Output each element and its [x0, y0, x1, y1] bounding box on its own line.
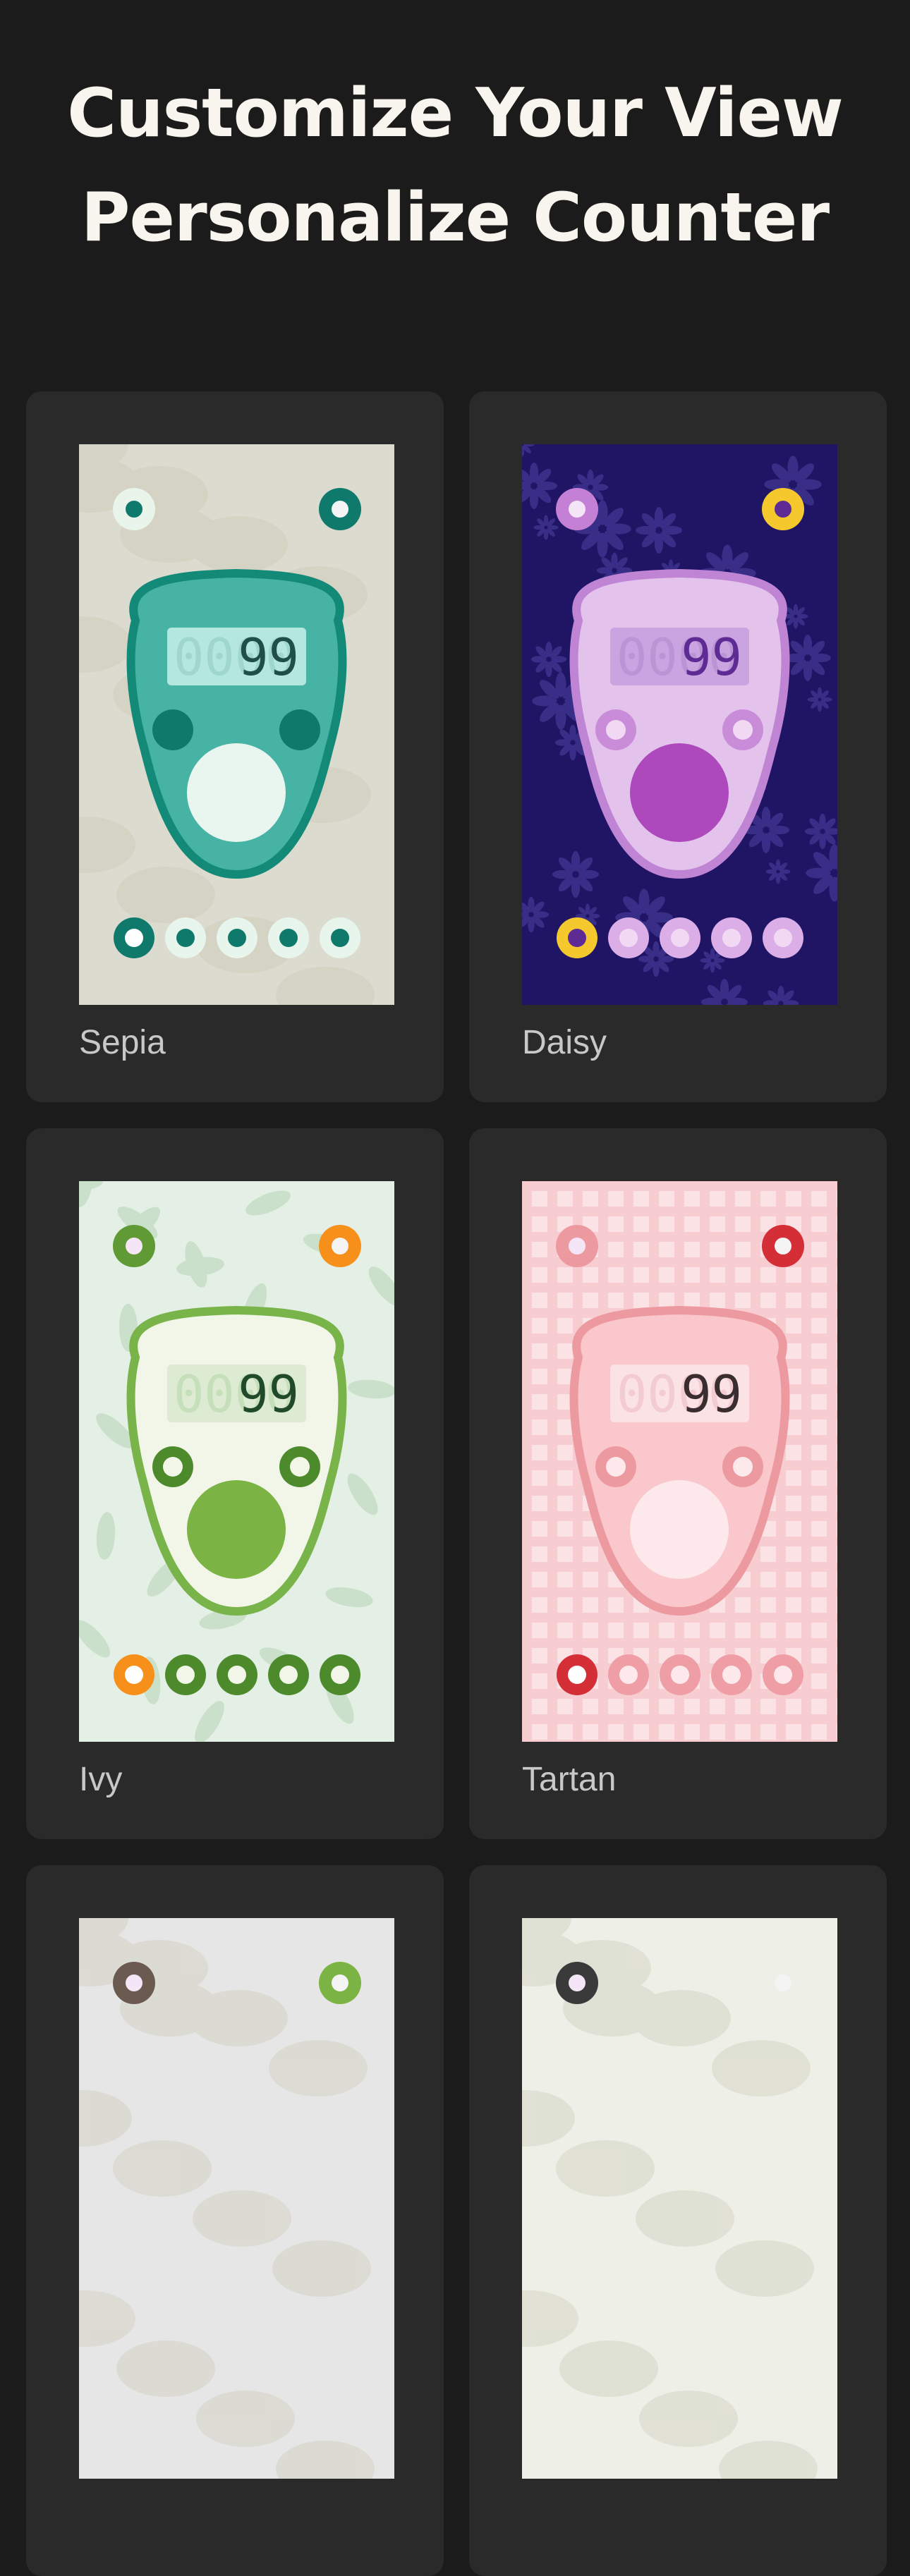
side-button-left — [595, 1446, 636, 1487]
headline-line-1: Customize Your View — [67, 75, 843, 152]
theme-dot — [268, 917, 309, 958]
theme-dot — [711, 917, 752, 958]
theme-card-ivy[interactable]: 0000 99 Ivy — [26, 1128, 444, 1839]
theme-dot — [268, 1654, 309, 1695]
theme-dot — [320, 1654, 360, 1695]
side-button-right — [722, 1446, 763, 1487]
side-button-right — [279, 1446, 320, 1487]
corner-button-left — [556, 1225, 598, 1267]
counter-preview: 000099 — [522, 444, 837, 1005]
theme-dot-active — [557, 917, 597, 958]
theme-preview: 0000 99 — [79, 1181, 394, 1742]
theme-dot — [763, 917, 803, 958]
theme-card-sepia[interactable]: 0000 99 Sepia — [26, 391, 444, 1102]
corner-button-right — [762, 1225, 804, 1267]
counter-digits: 99 — [238, 1365, 299, 1424]
main-count-button — [187, 1480, 286, 1579]
main-count-button — [187, 743, 286, 842]
corner-button-right — [319, 488, 361, 530]
corner-button-left — [113, 1225, 155, 1267]
corner-button-right — [762, 1962, 804, 2004]
theme-dot — [660, 917, 700, 958]
theme-name: Daisy — [522, 1024, 607, 1061]
corner-button-right — [319, 1962, 361, 2004]
counter-digits: 99 — [238, 628, 299, 687]
theme-preview: 0000 99 — [522, 444, 837, 1005]
side-button-left — [595, 709, 636, 750]
theme-name: Ivy — [79, 1761, 123, 1798]
headline: Customize Your View Personalize Counter — [0, 0, 910, 331]
theme-dot — [763, 1654, 803, 1695]
corner-button-right — [762, 488, 804, 530]
counter-preview: 000099 — [79, 1181, 394, 1742]
theme-dot — [608, 917, 649, 958]
theme-dot — [320, 917, 360, 958]
corner-button-left — [556, 1962, 598, 2004]
theme-dot — [165, 1654, 206, 1695]
side-button-left — [152, 1446, 193, 1487]
counter-preview: 000099 — [522, 1181, 837, 1742]
counter-preview — [79, 1918, 394, 2479]
theme-preview — [79, 1918, 394, 2479]
side-button-right — [279, 709, 320, 750]
main-count-button — [630, 743, 729, 842]
side-button-right — [722, 709, 763, 750]
theme-name: Sepia — [79, 1024, 166, 1061]
theme-dot — [711, 1654, 752, 1695]
corner-button-left — [113, 488, 155, 530]
theme-dot — [217, 1654, 257, 1695]
theme-dot — [165, 917, 206, 958]
theme-card-tartan[interactable]: 0000 99 Tartan — [469, 1128, 887, 1839]
side-button-left — [152, 709, 193, 750]
counter-preview — [522, 1918, 837, 2479]
theme-preview: 0000 99 — [522, 1181, 837, 1742]
theme-name: Tartan — [522, 1761, 617, 1798]
corner-button-right — [319, 1225, 361, 1267]
counter-digits: 99 — [681, 628, 742, 687]
theme-dot — [608, 1654, 649, 1695]
theme-dot-active — [114, 917, 154, 958]
theme-dot-active — [557, 1654, 597, 1695]
theme-card-partial-right[interactable] — [469, 1865, 887, 2576]
counter-digits: 99 — [681, 1365, 742, 1424]
counter-preview: 000099 — [79, 444, 394, 1005]
theme-card-daisy[interactable]: 0000 99 Daisy — [469, 391, 887, 1102]
theme-dot-active — [114, 1654, 154, 1695]
theme-dot — [660, 1654, 700, 1695]
headline-line-2: Personalize Counter — [80, 179, 830, 257]
theme-card-partial-left[interactable] — [26, 1865, 444, 2576]
theme-preview — [522, 1918, 837, 2479]
main-count-button — [630, 1480, 729, 1579]
theme-dot — [217, 917, 257, 958]
corner-button-left — [113, 1962, 155, 2004]
theme-preview: 0000 99 — [79, 444, 394, 1005]
corner-button-left — [556, 488, 598, 530]
